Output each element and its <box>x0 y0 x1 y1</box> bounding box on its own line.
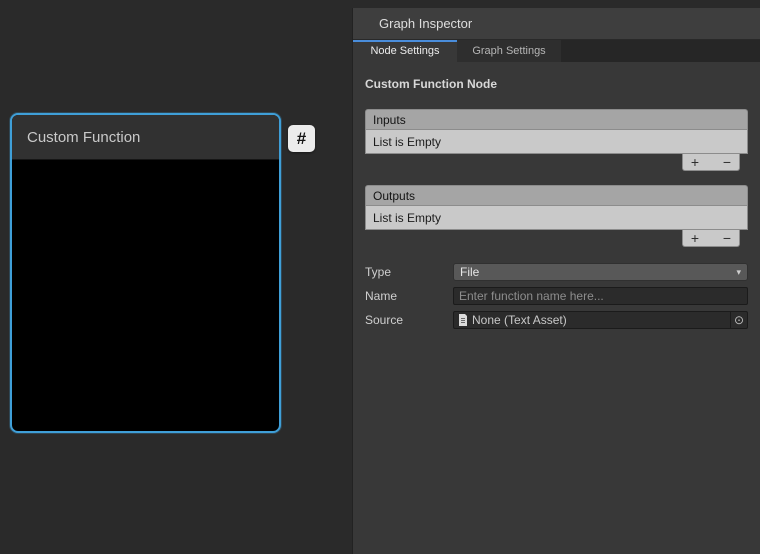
hash-badge-label: # <box>297 129 306 149</box>
section-title: Custom Function Node <box>365 77 748 91</box>
function-name-input[interactable] <box>453 287 748 305</box>
outputs-add-button[interactable]: + <box>687 231 703 245</box>
inspector-tabbar: Node Settings Graph Settings <box>353 40 760 62</box>
inputs-list: Inputs List is Empty + − <box>365 109 748 171</box>
outputs-list: Outputs List is Empty + − <box>365 185 748 247</box>
inputs-empty-text: List is Empty <box>373 135 441 149</box>
outputs-remove-button[interactable]: − <box>719 231 735 245</box>
source-object-field[interactable]: None (Text Asset) ⊙ <box>453 311 748 329</box>
graph-canvas[interactable]: Custom Function # <box>0 0 352 554</box>
inspector-title: Graph Inspector <box>379 16 472 31</box>
source-label: Source <box>365 313 453 327</box>
inputs-list-empty-row: List is Empty <box>365 129 748 154</box>
type-dropdown[interactable]: File ▾ <box>453 263 748 281</box>
inputs-footer-box: + − <box>682 154 740 171</box>
outputs-empty-text: List is Empty <box>373 211 441 225</box>
type-row: Type File ▾ <box>365 263 748 281</box>
inputs-remove-button[interactable]: − <box>719 155 735 169</box>
outputs-list-footer: + − <box>365 230 748 247</box>
node-properties: Type File ▾ Name Source <box>365 263 748 329</box>
outputs-footer-box: + − <box>682 230 740 247</box>
hash-badge-icon[interactable]: # <box>288 125 315 152</box>
text-asset-icon <box>458 314 468 326</box>
inputs-list-header: Inputs <box>365 109 748 129</box>
graph-inspector-panel: Graph Inspector Node Settings Graph Sett… <box>352 8 760 554</box>
inputs-list-title: Inputs <box>373 113 406 127</box>
tab-node-settings[interactable]: Node Settings <box>353 40 457 62</box>
inspector-header[interactable]: Graph Inspector <box>353 8 760 40</box>
node-title: Custom Function <box>27 129 140 146</box>
inspector-body: Custom Function Node Inputs List is Empt… <box>353 62 760 554</box>
outputs-list-empty-row: List is Empty <box>365 205 748 230</box>
inputs-list-footer: + − <box>365 154 748 171</box>
object-picker-icon[interactable]: ⊙ <box>730 312 747 328</box>
tab-graph-settings[interactable]: Graph Settings <box>457 40 561 62</box>
type-dropdown-value: File <box>460 265 479 279</box>
node-header[interactable]: Custom Function <box>12 115 279 160</box>
inputs-add-button[interactable]: + <box>687 155 703 169</box>
name-label: Name <box>365 289 453 303</box>
tab-node-settings-label: Node Settings <box>370 45 439 57</box>
type-label: Type <box>365 265 453 279</box>
tab-graph-settings-label: Graph Settings <box>472 45 545 57</box>
outputs-list-title: Outputs <box>373 189 415 203</box>
source-row: Source None (Text Asset) ⊙ <box>365 311 748 329</box>
chevron-down-icon: ▾ <box>736 267 741 278</box>
source-object-value: None (Text Asset) <box>472 313 567 327</box>
outputs-list-header: Outputs <box>365 185 748 205</box>
custom-function-node[interactable]: Custom Function <box>10 113 281 433</box>
name-row: Name <box>365 287 748 305</box>
